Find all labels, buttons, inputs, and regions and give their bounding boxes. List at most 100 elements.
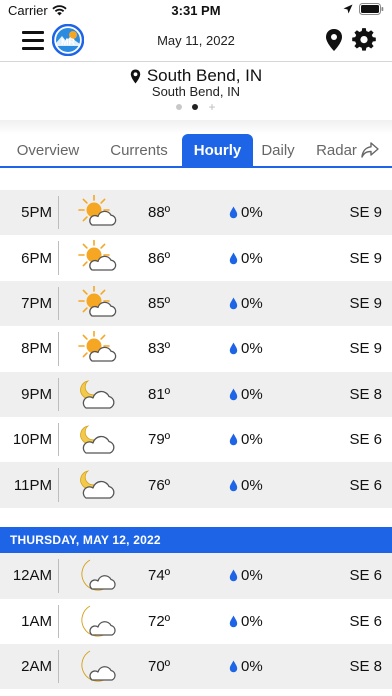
gear-icon[interactable]	[352, 28, 376, 52]
tab-radar[interactable]: Radar	[303, 134, 392, 166]
location-arrow-icon	[343, 4, 353, 14]
temperature: 83º	[148, 340, 171, 358]
tab-daily[interactable]: Daily	[253, 134, 303, 166]
moon-cloud-icon	[76, 377, 118, 413]
precip-value: 0%	[241, 612, 263, 630]
precip-chance: 0%	[229, 281, 263, 326]
location-title: South Bend, IN	[0, 66, 392, 86]
precip-value: 0%	[241, 294, 263, 312]
hourly-list[interactable]: 5PM 88º 0% SE 9 6PM 86º 0% SE 9 7PM 85º …	[0, 190, 392, 690]
precip-value: 0%	[241, 249, 263, 267]
crescent-moon-cloud-icon	[76, 604, 118, 640]
status-right	[343, 3, 384, 15]
row-divider	[58, 559, 59, 593]
add-location-icon[interactable]: +	[208, 101, 215, 113]
tab-overview[interactable]: Overview	[0, 134, 96, 166]
precip-chance: 0%	[229, 462, 263, 507]
crescent-moon-cloud-icon	[76, 649, 118, 685]
precip-chance: 0%	[229, 372, 263, 417]
page-indicator[interactable]: +	[0, 101, 392, 113]
raindrop-icon	[229, 297, 238, 310]
hour-row[interactable]: 8PM 83º 0% SE 9	[0, 326, 392, 372]
temperature: 70º	[148, 658, 171, 676]
tab-hourly[interactable]: Hourly	[182, 134, 253, 166]
sun-cloud-icon	[76, 330, 118, 367]
hour-row[interactable]: 1AM 72º 0% SE 6	[0, 598, 392, 644]
precip-chance: 0%	[229, 553, 263, 598]
tab-currents[interactable]: Currents	[96, 134, 182, 166]
temperature: 74º	[148, 567, 171, 585]
precip-chance: 0%	[229, 235, 263, 280]
wind: SE 6	[349, 431, 382, 449]
wind: SE 9	[349, 340, 382, 358]
wind: SE 9	[349, 294, 382, 312]
hour-row[interactable]: 5PM 88º 0% SE 9	[0, 190, 392, 236]
location-panel[interactable]: South Bend, IN South Bend, IN +	[0, 64, 392, 120]
raindrop-icon	[229, 252, 238, 264]
precip-value: 0%	[241, 476, 263, 494]
temperature: 81º	[148, 385, 171, 403]
header-divider	[0, 61, 392, 62]
page-dot[interactable]	[176, 104, 183, 110]
hour-row[interactable]: 11PM 76º 0% SE 6	[0, 462, 392, 508]
precip-value: 0%	[241, 385, 263, 403]
raindrop-icon	[229, 569, 238, 582]
precip-value: 0%	[241, 431, 263, 449]
hour-label: 6PM	[21, 249, 52, 267]
precip-value: 0%	[241, 204, 263, 222]
list-spacer	[0, 168, 392, 190]
raindrop-icon	[229, 206, 238, 219]
row-divider	[58, 196, 59, 230]
row-divider	[58, 286, 59, 321]
hour-label: 7PM	[21, 294, 52, 312]
hour-row[interactable]: 12AM 74º 0% SE 6	[0, 553, 392, 599]
battery-icon	[359, 3, 384, 15]
day-header-label: THURSDAY, MAY 12, 2022	[0, 527, 392, 554]
hour-label: 9PM	[21, 385, 52, 403]
temperature: 72º	[148, 612, 171, 630]
day-header: THURSDAY, MAY 12, 2022	[0, 507, 392, 554]
share-arrow-icon	[361, 142, 379, 158]
precip-chance: 0%	[229, 326, 263, 371]
hour-row[interactable]: 2AM 70º 0% SE 8	[0, 643, 392, 690]
precip-value: 0%	[241, 658, 263, 676]
temperature: 85º	[148, 294, 171, 312]
wind: SE 6	[349, 567, 382, 585]
hour-label: 12AM	[12, 567, 52, 585]
hour-row[interactable]: 6PM 86º 0% SE 9	[0, 235, 392, 281]
hour-row[interactable]: 7PM 85º 0% SE 9	[0, 280, 392, 327]
hour-row[interactable]: 9PM 81º 0% SE 8	[0, 371, 392, 417]
hour-label: 2AM	[21, 658, 52, 676]
raindrop-icon	[229, 342, 238, 355]
temperature: 88º	[148, 204, 171, 222]
precip-chance: 0%	[229, 644, 263, 689]
row-divider	[58, 604, 59, 638]
location-name: South Bend, IN	[146, 66, 263, 85]
precip-chance: 0%	[229, 599, 263, 644]
precip-chance: 0%	[229, 417, 263, 462]
hour-label: 1AM	[21, 612, 52, 630]
crescent-moon-cloud-icon	[76, 558, 118, 594]
temperature: 79º	[148, 431, 171, 449]
row-divider	[58, 241, 59, 275]
hour-row[interactable]: 10PM 79º 0% SE 6	[0, 416, 392, 463]
wind: SE 8	[349, 658, 382, 676]
hour-label: 10PM	[12, 431, 52, 449]
row-divider	[58, 377, 59, 411]
raindrop-icon	[229, 615, 238, 628]
row-divider	[58, 332, 59, 366]
row-divider	[58, 422, 59, 457]
sun-cloud-icon	[76, 284, 118, 322]
tab-radar-label: Radar	[316, 141, 357, 159]
moon-cloud-icon	[76, 467, 118, 503]
page-dot-active[interactable]	[192, 104, 199, 110]
location-pin-icon[interactable]	[324, 28, 344, 52]
temperature: 86º	[148, 249, 171, 267]
row-divider	[58, 468, 59, 502]
moon-cloud-icon	[76, 422, 118, 458]
hour-label: 11PM	[13, 476, 52, 494]
status-bar: Carrier 3:31 PM	[0, 0, 392, 22]
sun-cloud-icon	[76, 239, 118, 276]
wind: SE 9	[349, 204, 382, 222]
wind: SE 9	[349, 249, 382, 267]
